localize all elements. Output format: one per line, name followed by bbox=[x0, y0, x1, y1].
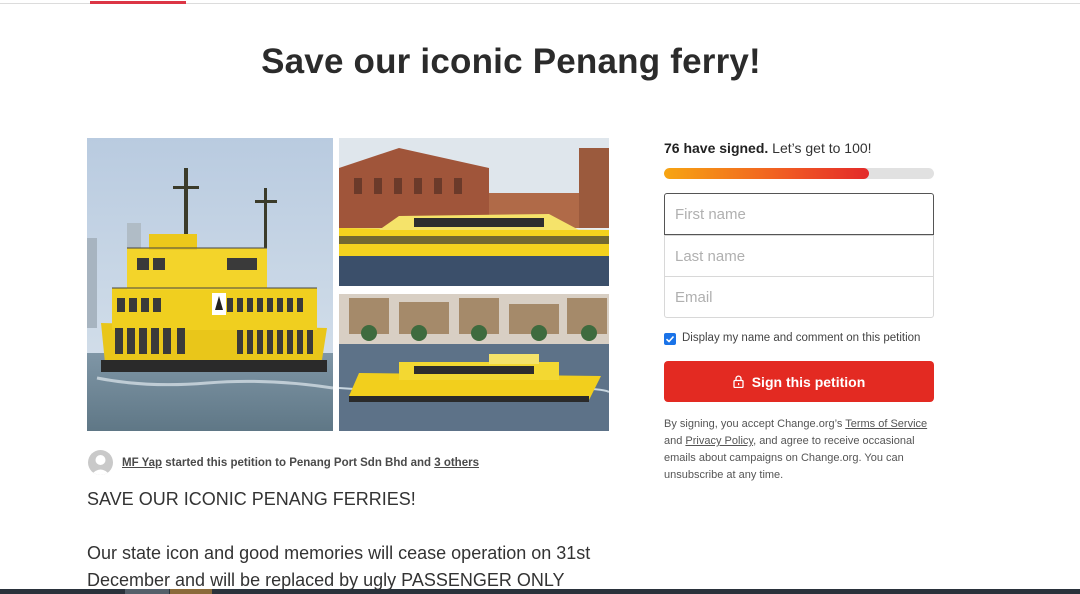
petition-image-ferry bbox=[87, 138, 333, 431]
display-name-checkbox[interactable] bbox=[664, 333, 676, 345]
petition-body-line: December and will be replaced by ugly PA… bbox=[87, 570, 565, 590]
taskbar-item[interactable] bbox=[170, 589, 212, 594]
active-tab-indicator bbox=[90, 1, 186, 4]
lock-icon bbox=[733, 375, 744, 388]
first-name-field[interactable] bbox=[664, 193, 934, 235]
author-avatar[interactable] bbox=[88, 450, 113, 475]
legal-disclaimer: By signing, you accept Change.org’s Term… bbox=[664, 416, 934, 484]
legal-text: and bbox=[664, 435, 686, 447]
author-line-text: started this petition to Penang Port Sdn… bbox=[162, 457, 435, 469]
user-icon bbox=[91, 455, 110, 475]
email-field[interactable] bbox=[664, 276, 934, 318]
author-name-link[interactable]: MF Yap bbox=[122, 457, 162, 469]
legal-text: By signing, you accept Change.org’s bbox=[664, 418, 846, 430]
taskbar-item[interactable] bbox=[125, 589, 169, 594]
display-name-label[interactable]: Display my name and comment on this peti… bbox=[682, 332, 920, 344]
others-link[interactable]: 3 others bbox=[434, 457, 479, 469]
sign-button-label: Sign this petition bbox=[751, 373, 866, 390]
petition-image-boats bbox=[339, 138, 609, 431]
signature-progress-bar bbox=[664, 168, 934, 179]
privacy-policy-link[interactable]: Privacy Policy bbox=[685, 435, 753, 447]
petition-author-line: MF Yap started this petition to Penang P… bbox=[122, 457, 479, 469]
progress-bar-fill bbox=[664, 168, 870, 179]
checkmark-icon bbox=[665, 335, 675, 343]
petition-body-line: Our state icon and good memories will ce… bbox=[87, 543, 591, 563]
goal-text: Let’s get to 100! bbox=[768, 140, 872, 156]
sign-petition-button[interactable]: Sign this petition bbox=[664, 361, 934, 402]
petition-body-heading: SAVE OUR ICONIC PENANG FERRIES! bbox=[87, 489, 416, 509]
last-name-field[interactable] bbox=[664, 235, 934, 277]
signed-count-text: 76 have signed. bbox=[664, 140, 769, 156]
signature-progress-text: 76 have signed. Let’s get to 100! bbox=[664, 140, 872, 156]
terms-of-service-link[interactable]: Terms of Service bbox=[845, 418, 927, 430]
page-title: Save our iconic Penang ferry! bbox=[261, 42, 761, 81]
